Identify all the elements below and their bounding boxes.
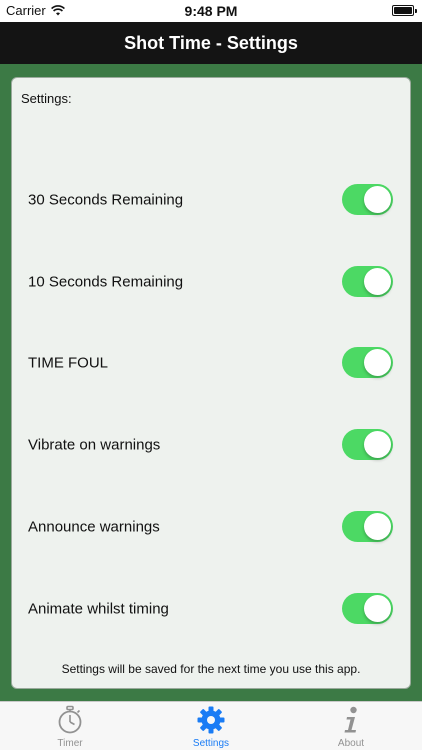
setting-label: TIME FOUL <box>28 354 109 372</box>
setting-label: Vibrate on warnings <box>28 436 161 454</box>
toggle-10-seconds-remaining[interactable] <box>342 266 393 297</box>
toggle-30-seconds-remaining[interactable] <box>342 184 393 215</box>
status-bar: Carrier 9:48 PM <box>0 0 422 22</box>
settings-panel: Settings: 30 Seconds Remaining 10 Second… <box>11 77 411 689</box>
status-time: 9:48 PM <box>184 3 238 19</box>
setting-row-30-seconds: 30 Seconds Remaining <box>12 180 410 220</box>
tab-label: Settings <box>192 738 230 749</box>
setting-label: 10 Seconds Remaining <box>28 273 184 291</box>
toggle-vibrate-on-warnings[interactable] <box>342 429 393 460</box>
navigation-bar: Shot Time - Settings <box>0 22 422 64</box>
gear-icon <box>197 706 225 734</box>
toggle-knob <box>364 595 391 622</box>
settings-footer-note: Settings will be saved for the next time… <box>61 662 361 676</box>
tab-label: Timer <box>57 738 83 749</box>
setting-label: Announce warnings <box>28 518 160 536</box>
toggle-announce-warnings[interactable] <box>342 511 393 542</box>
setting-row-vibrate: Vibrate on warnings <box>12 425 410 465</box>
settings-heading: Settings: <box>21 91 72 106</box>
setting-row-time-foul: TIME FOUL <box>12 343 410 383</box>
toggle-animate-whilst-timing[interactable] <box>342 593 393 624</box>
page-title: Shot Time - Settings <box>124 32 298 53</box>
setting-label: Animate whilst timing <box>28 600 169 618</box>
toggle-time-foul[interactable] <box>342 347 393 378</box>
tab-settings[interactable]: Settings <box>161 702 261 750</box>
tab-label: About <box>337 738 365 749</box>
tab-bar: Timer Settings About <box>0 701 422 750</box>
setting-label: 30 Seconds Remaining <box>28 191 184 209</box>
toggle-knob <box>364 349 391 376</box>
tab-timer[interactable]: Timer <box>20 702 120 750</box>
battery-icon <box>392 5 417 16</box>
stopwatch-icon <box>58 705 82 734</box>
tab-about[interactable]: About <box>301 702 401 750</box>
toggle-knob <box>364 186 391 213</box>
setting-row-announce: Announce warnings <box>12 507 410 547</box>
info-icon <box>344 706 357 733</box>
toggle-knob <box>364 431 391 458</box>
toggle-knob <box>364 513 391 540</box>
setting-row-10-seconds: 10 Seconds Remaining <box>12 262 410 302</box>
setting-row-animate: Animate whilst timing <box>12 589 410 629</box>
toggle-knob <box>364 268 391 295</box>
